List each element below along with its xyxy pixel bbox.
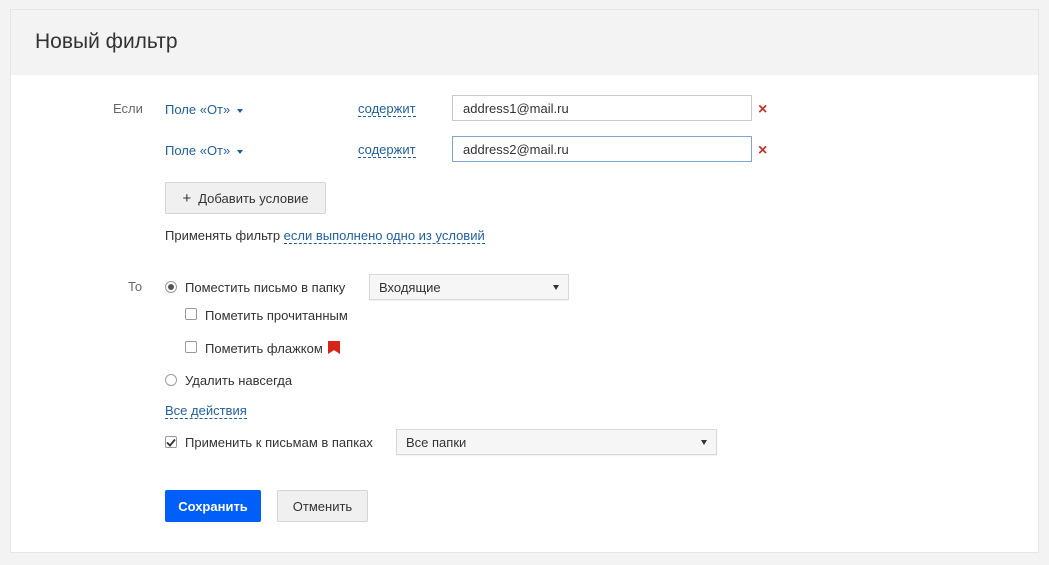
mark-flag-label: Пометить флажком (205, 341, 323, 356)
apply-mode-link[interactable]: если выполнено одно из условий (283, 228, 485, 244)
condition-operator-1[interactable]: содержит (358, 102, 416, 117)
radio-selected-dot (168, 284, 174, 290)
add-condition-button[interactable]: + Добавить условие (165, 182, 326, 214)
filter-card: Новый фильтр Если Поле «От» содержит × П… (10, 9, 1039, 553)
all-actions-link[interactable]: Все действия (165, 404, 247, 419)
delete-forever-radio[interactable] (165, 374, 177, 386)
delete-forever-label: Удалить навсегда (185, 373, 293, 388)
condition-field-label: Поле «От» (165, 102, 231, 117)
mark-flag-checkbox[interactable] (185, 341, 197, 353)
save-button[interactable]: Сохранить (165, 490, 261, 522)
folders-select[interactable]: Все папки (396, 429, 717, 455)
remove-condition-icon[interactable]: × (758, 102, 767, 118)
remove-condition-icon[interactable]: × (758, 143, 767, 159)
dropdown-arrow-icon (553, 285, 559, 290)
dropdown-arrow-icon (701, 440, 707, 445)
apply-mode-prefix: Применять фильтр (165, 228, 281, 243)
condition-value-input-2[interactable] (452, 136, 752, 162)
folder-select-value: Входящие (379, 279, 441, 295)
then-label: То (128, 279, 143, 294)
mark-read-label: Пометить прочитанным (205, 308, 348, 323)
apply-to-folders-checkbox[interactable] (165, 436, 177, 448)
condition-field-label: Поле «От» (165, 143, 231, 158)
caret-down-icon (237, 108, 244, 113)
page-title: Новый фильтр (35, 30, 178, 53)
folder-select[interactable]: Входящие (369, 274, 569, 300)
caret-down-icon (237, 149, 244, 154)
move-to-folder-radio[interactable] (165, 281, 177, 293)
condition-operator-2[interactable]: содержит (358, 143, 416, 158)
apply-to-folders-label: Применить к письмам в папках (185, 435, 373, 450)
add-condition-label: Добавить условие (198, 190, 309, 206)
plus-icon: + (182, 189, 192, 207)
condition-value-input-1[interactable] (452, 95, 752, 121)
card-header: Новый фильтр (11, 10, 1038, 75)
folders-select-value: Все папки (406, 434, 467, 450)
mark-read-checkbox[interactable] (185, 308, 197, 320)
condition-field-dropdown-2[interactable]: Поле «От» (165, 143, 244, 158)
checkmark-icon (166, 438, 176, 447)
flag-icon (328, 341, 340, 354)
apply-mode-row: Применять фильтр если выполнено одно из … (165, 228, 485, 244)
cancel-button[interactable]: Отменить (277, 490, 368, 522)
condition-field-dropdown-1[interactable]: Поле «От» (165, 102, 244, 117)
if-label: Если (113, 101, 143, 116)
move-to-folder-label: Поместить письмо в папку (185, 280, 346, 295)
